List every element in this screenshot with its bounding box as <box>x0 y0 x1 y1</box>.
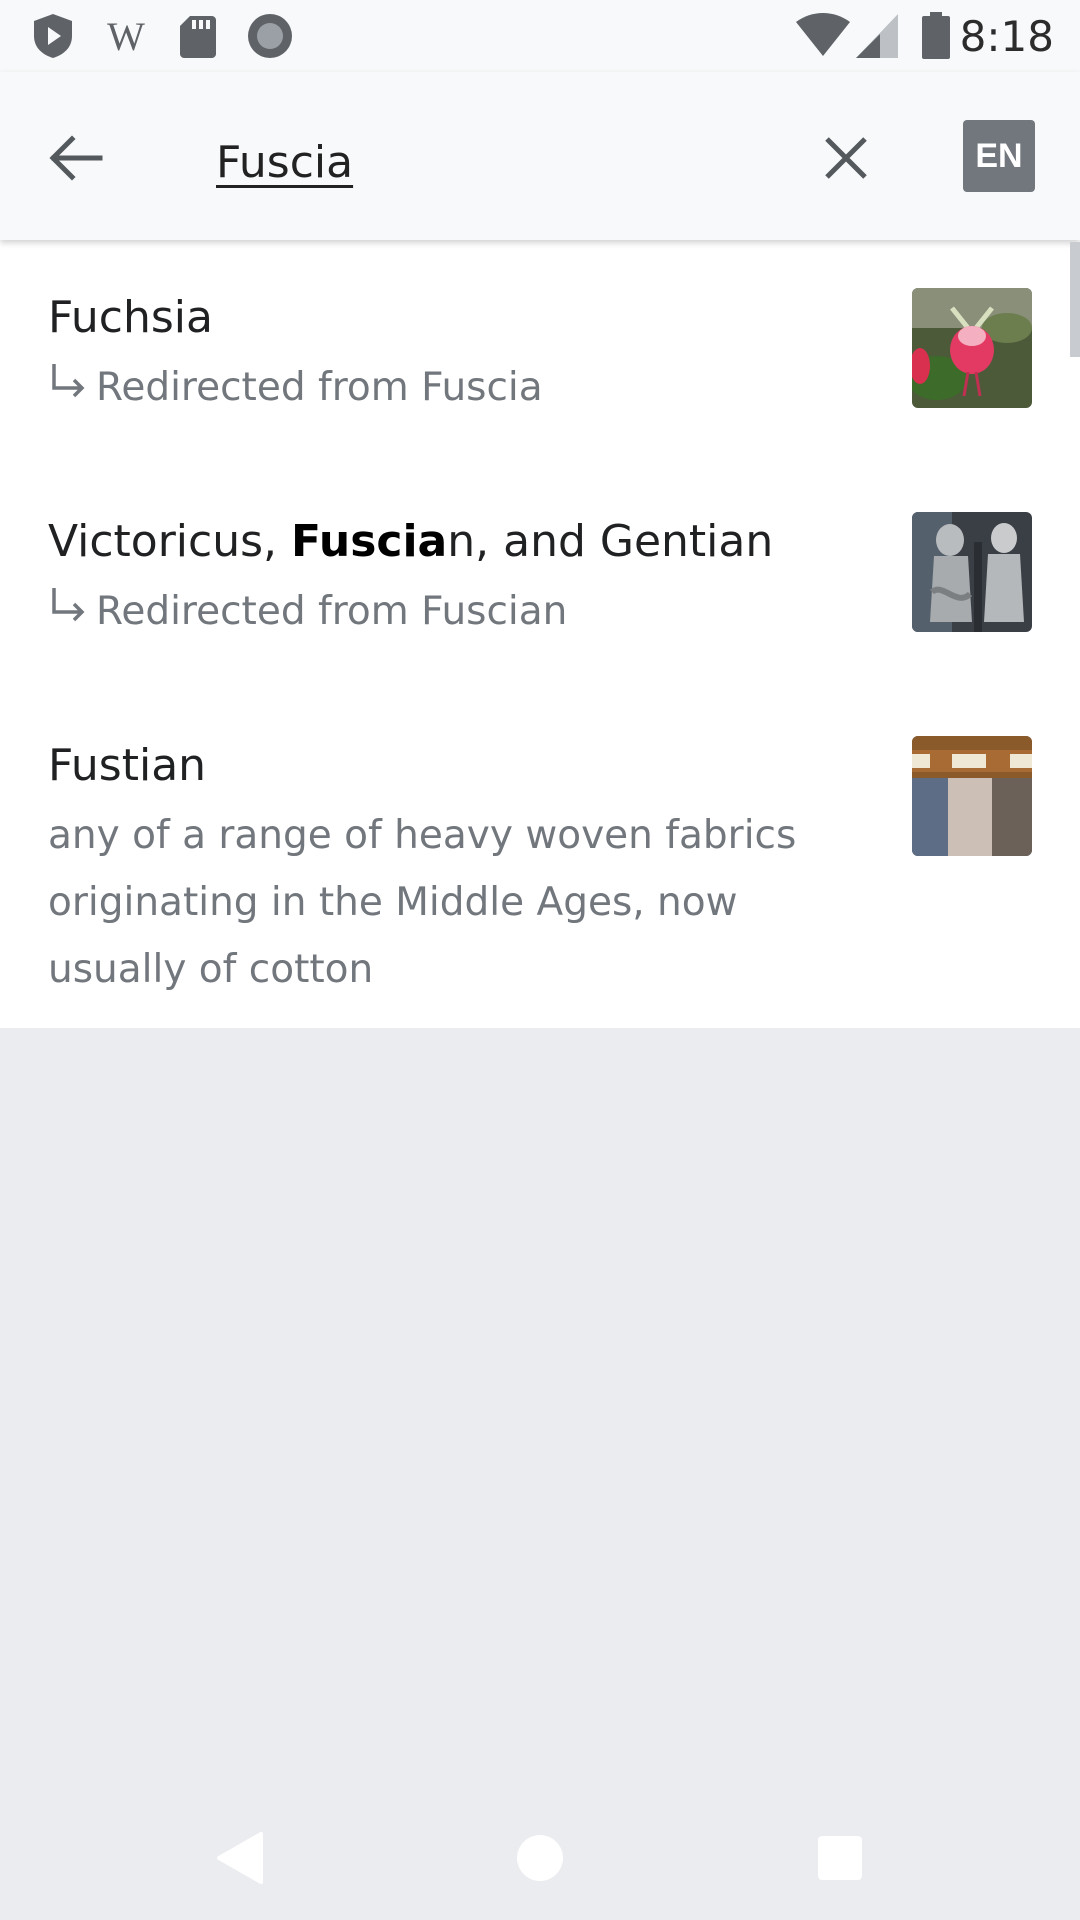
status-clock: 8:18 <box>959 12 1054 61</box>
result-title: Fustian <box>48 740 207 791</box>
back-triangle-icon <box>215 1831 265 1889</box>
battery-icon <box>920 12 952 64</box>
search-toolbar: EN <box>0 72 1080 240</box>
result-redirect: Redirected from Fuscia <box>48 362 543 412</box>
system-nav-bar <box>0 1800 1080 1920</box>
result-thumbnail <box>912 288 1032 408</box>
close-icon <box>824 136 868 184</box>
sd-card-icon <box>178 12 218 64</box>
wikipedia-w-icon: W <box>100 12 152 64</box>
svg-text:W: W <box>107 14 145 59</box>
search-input[interactable] <box>216 126 776 198</box>
recents-square-icon <box>817 1835 863 1885</box>
result-thumbnail <box>912 736 1032 856</box>
clear-search-button[interactable] <box>810 124 882 196</box>
result-item[interactable]: Fustian any of a range of heavy woven fa… <box>0 688 1080 1028</box>
nav-back-button[interactable] <box>198 1818 282 1902</box>
shield-play-icon <box>30 12 76 64</box>
fuchsia-flower-photo <box>912 288 1032 408</box>
result-description: any of a range of heavy woven fabrics or… <box>48 813 797 992</box>
result-title: Fuchsia <box>48 292 213 343</box>
result-title: Victoricus, Fuscian, and Gentian <box>48 516 774 567</box>
result-item[interactable]: Victoricus, Fuscian, and Gentian Redirec… <box>0 464 1080 688</box>
result-item[interactable]: Fuchsia Redirected from Fuscia <box>0 240 1080 464</box>
wifi-icon <box>794 12 852 64</box>
arrow-left-icon <box>48 134 104 186</box>
cellular-signal-icon <box>854 12 900 64</box>
nav-recents-button[interactable] <box>798 1818 882 1902</box>
fabric-swatches-photo <box>912 736 1032 856</box>
redirect-text: Redirected from Fuscian <box>96 588 568 634</box>
language-button[interactable]: EN <box>963 120 1035 192</box>
results-scrollbar[interactable] <box>1070 242 1080 357</box>
result-redirect: Redirected from Fuscian <box>48 586 567 636</box>
result-thumbnail <box>912 512 1032 632</box>
status-bar: W 8:18 <box>0 0 1080 72</box>
nav-home-button[interactable] <box>498 1818 582 1902</box>
search-results-list: Fuchsia Redirected from Fuscia Victoricu… <box>0 240 1080 1028</box>
redirect-arrow-icon <box>48 362 96 412</box>
home-circle-icon <box>515 1833 565 1887</box>
record-circle-icon <box>246 12 294 64</box>
back-button[interactable] <box>40 124 112 196</box>
statues-photo <box>912 512 1032 632</box>
redirect-text: Redirected from Fuscia <box>96 364 543 410</box>
redirect-arrow-icon <box>48 586 96 636</box>
